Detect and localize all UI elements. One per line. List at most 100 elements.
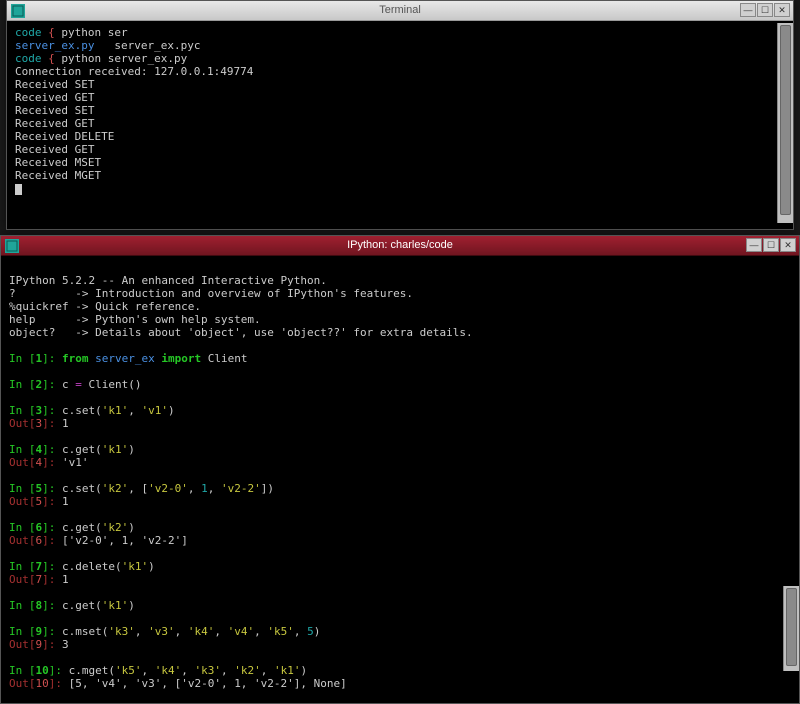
- in-prompt: In [: [9, 560, 36, 573]
- out-prompt: ]:: [42, 417, 62, 430]
- code-token: ,: [221, 664, 234, 677]
- scrollbar-thumb[interactable]: [780, 25, 791, 215]
- code-token: ): [148, 560, 155, 573]
- out-value: [5, 'v4', 'v3', ['v2-0', 1, 'v2-2'], Non…: [69, 677, 347, 690]
- maximize-button[interactable]: ☐: [757, 3, 773, 17]
- ipython-window: IPython: charles/code — ☐ ✕ IPython 5.2.…: [0, 235, 800, 704]
- prompt-sep: {: [48, 52, 55, 65]
- code-token: 'v2-2': [221, 482, 261, 495]
- in-prompt: In [: [9, 521, 36, 534]
- output-line: Received SET: [15, 78, 94, 91]
- code-token: Client: [208, 352, 248, 365]
- in-prompt: In [: [9, 664, 36, 677]
- out-value: ['v2-0', 1, 'v2-2']: [62, 534, 188, 547]
- output-line: Received GET: [15, 117, 94, 130]
- code-token: ): [314, 625, 321, 638]
- code-token: 'v2-0': [148, 482, 188, 495]
- out-prompt: ]:: [49, 677, 69, 690]
- in-prompt: In [: [9, 352, 36, 365]
- in-prompt: ]:: [42, 482, 62, 495]
- code-token: 5: [307, 625, 314, 638]
- output-line: Received MSET: [15, 156, 101, 169]
- banner-line: object? -> Details about 'object', use '…: [9, 327, 791, 340]
- minimize-button[interactable]: —: [740, 3, 756, 17]
- in-prompt: ]:: [42, 404, 62, 417]
- in-prompt: ]:: [42, 560, 62, 573]
- code-token: 'k5': [115, 664, 142, 677]
- titlebar-ipython[interactable]: IPython: charles/code — ☐ ✕: [1, 236, 799, 256]
- code-token: 'k3': [194, 664, 221, 677]
- output-line: Received MGET: [15, 169, 101, 182]
- in-prompt: ]:: [42, 625, 62, 638]
- code-token: 'k2': [102, 521, 129, 534]
- close-button[interactable]: ✕: [774, 3, 790, 17]
- code-token: ): [168, 404, 175, 417]
- in-prompt: In [: [9, 378, 36, 391]
- out-value: 1: [62, 495, 69, 508]
- close-button[interactable]: ✕: [780, 238, 796, 252]
- code-token: ,: [141, 664, 154, 677]
- code-token: c: [62, 378, 75, 391]
- maximize-button[interactable]: ☐: [763, 238, 779, 252]
- output-line: Received DELETE: [15, 130, 114, 143]
- scrollbar[interactable]: [777, 23, 793, 223]
- scrollbar[interactable]: [783, 586, 799, 671]
- out-prompt: ]:: [42, 495, 62, 508]
- output-line: Connection received: 127.0.0.1:49774: [15, 65, 253, 78]
- code-token: 'v3': [148, 625, 175, 638]
- minimize-button[interactable]: —: [746, 238, 762, 252]
- terminal-area[interactable]: code { python serserver_ex.py server_ex.…: [7, 21, 793, 229]
- code-token: ,: [175, 625, 188, 638]
- code-token: c.get(: [62, 443, 102, 456]
- in-prompt: ]:: [42, 443, 62, 456]
- code-token: ,: [181, 664, 194, 677]
- completion-item: server_ex.pyc: [114, 39, 200, 52]
- app-icon: [5, 239, 19, 253]
- out-value: 1: [62, 573, 69, 586]
- code-token: 1: [201, 482, 208, 495]
- code-token: 'k4': [155, 664, 182, 677]
- code-token: 'k1': [102, 443, 129, 456]
- command-text: python ser: [61, 26, 127, 39]
- code-token: import: [161, 352, 207, 365]
- in-prompt: In [: [9, 443, 36, 456]
- code-token: 'k1': [122, 560, 149, 573]
- titlebar-terminal[interactable]: Terminal — ☐ ✕: [7, 1, 793, 21]
- out-prompt: Out[: [9, 456, 36, 469]
- code-token: 'v1': [142, 404, 169, 417]
- code-token: Client(): [89, 378, 142, 391]
- output-line: Received SET: [15, 104, 94, 117]
- terminal-window: Terminal — ☐ ✕ code { python serserver_e…: [6, 0, 794, 230]
- app-icon: [11, 4, 25, 18]
- code-token: 'k1': [102, 599, 129, 612]
- code-token: c.set(: [62, 404, 102, 417]
- completion-item: server_ex.py: [15, 39, 94, 52]
- out-prompt: Out[: [9, 573, 36, 586]
- out-value: 3: [62, 638, 69, 651]
- scrollbar-thumb[interactable]: [786, 588, 797, 666]
- out-prompt: ]:: [42, 638, 62, 651]
- code-token: ,: [135, 625, 148, 638]
- prompt-sep: {: [48, 26, 55, 39]
- code-token: ,: [294, 625, 307, 638]
- code-token: c.get(: [62, 521, 102, 534]
- code-token: 'k3': [108, 625, 135, 638]
- out-prompt: Out[: [9, 638, 36, 651]
- ipython-area[interactable]: IPython 5.2.2 -- An enhanced Interactive…: [1, 256, 799, 703]
- code-token: ,: [208, 482, 221, 495]
- window-title: Terminal: [379, 4, 421, 17]
- code-token: c.mget(: [69, 664, 115, 677]
- code-token: c.get(: [62, 599, 102, 612]
- code-token: 'k4': [188, 625, 215, 638]
- output-line: Received GET: [15, 91, 94, 104]
- code-token: 'k5': [267, 625, 294, 638]
- code-token: ): [128, 521, 135, 534]
- out-prompt: ]:: [42, 456, 62, 469]
- prompt-user: code: [15, 26, 42, 39]
- code-token: 'k1': [102, 404, 129, 417]
- in-prompt: ]:: [42, 352, 62, 365]
- code-token: ): [300, 664, 307, 677]
- in-prompt: In [: [9, 625, 36, 638]
- code-token: server_ex: [95, 352, 161, 365]
- in-prompt: ]:: [42, 599, 62, 612]
